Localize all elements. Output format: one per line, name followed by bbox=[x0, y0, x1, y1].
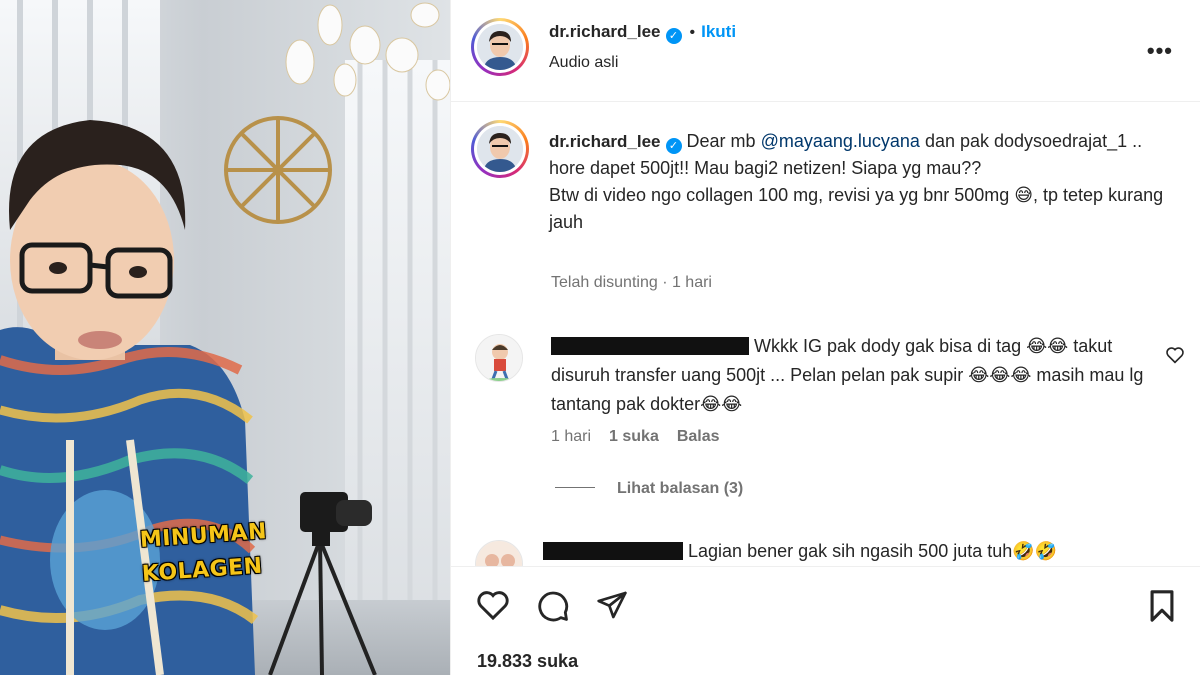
more-options-icon[interactable]: ••• bbox=[1147, 38, 1173, 64]
comment-likes-count[interactable]: 1 suka bbox=[609, 428, 659, 445]
comment-meta: 1 hari 1 suka Balas bbox=[551, 428, 720, 446]
redacted-username-2 bbox=[543, 542, 683, 560]
view-replies-button[interactable]: Lihat balasan (3) bbox=[555, 480, 743, 498]
header-username[interactable]: dr.richard_lee bbox=[549, 22, 661, 41]
view-replies-label: Lihat balasan (3) bbox=[617, 480, 744, 497]
save-bookmark-icon[interactable] bbox=[1147, 589, 1177, 628]
post-header: dr.richard_lee ✓ • Ikuti Audio asli ••• bbox=[451, 0, 1200, 102]
like-heart-icon[interactable] bbox=[475, 589, 511, 626]
commenter-avatar[interactable] bbox=[475, 334, 523, 382]
caption-mention-link[interactable]: @mayaang.lucyana bbox=[761, 131, 920, 151]
comment-bubble-icon[interactable] bbox=[535, 589, 571, 628]
comment-body-2: Lagian bener gak sih ngasih 500 juta tuh… bbox=[688, 541, 1058, 561]
caption-meta: Telah disunting · 1 hari bbox=[551, 274, 712, 291]
post-likes-count[interactable]: 19.833 suka bbox=[477, 651, 578, 672]
comment-text-2: Lagian bener gak sih ngasih 500 juta tuh… bbox=[543, 538, 1163, 562]
caption-text-part1: Dear mb bbox=[686, 131, 761, 151]
original-audio-link[interactable]: Audio asli bbox=[549, 54, 618, 72]
verified-badge-icon: ✓ bbox=[665, 138, 682, 154]
share-paper-plane-icon[interactable] bbox=[595, 589, 629, 626]
author-avatar[interactable] bbox=[471, 18, 529, 76]
follow-button[interactable]: Ikuti bbox=[701, 22, 736, 41]
author-avatar-image bbox=[477, 24, 523, 70]
post-detail-panel: dr.richard_lee ✓ • Ikuti Audio asli ••• dr.… bbox=[450, 0, 1200, 675]
comment-like-heart-icon[interactable] bbox=[1165, 346, 1185, 369]
redacted-username bbox=[551, 337, 749, 355]
caption-username[interactable]: dr.richard_lee bbox=[549, 132, 661, 151]
replies-divider bbox=[555, 487, 595, 488]
caption-text-line2: Btw di video ngo collagen 100 mg, revisi… bbox=[549, 185, 1164, 232]
caption-avatar-image bbox=[477, 126, 523, 172]
separator-dot: • bbox=[689, 24, 696, 41]
commenter-avatar-image bbox=[476, 335, 522, 381]
verified-badge-icon: ✓ bbox=[665, 28, 682, 44]
post-video[interactable]: MINUMAN KOLAGEN bbox=[0, 0, 450, 675]
comment-text: Wkkk IG pak dody gak bisa di tag 😂😂 taku… bbox=[551, 332, 1151, 419]
post-action-bar: 19.833 suka bbox=[451, 566, 1200, 675]
comment-time: 1 hari bbox=[551, 428, 592, 445]
reply-button[interactable]: Balas bbox=[677, 428, 720, 445]
caption-text: dr.richard_lee ✓ Dear mb @mayaang.lucyana… bbox=[549, 128, 1169, 236]
header-user-line: dr.richard_lee ✓ • Ikuti bbox=[549, 22, 736, 44]
caption-author-avatar[interactable] bbox=[471, 120, 529, 178]
